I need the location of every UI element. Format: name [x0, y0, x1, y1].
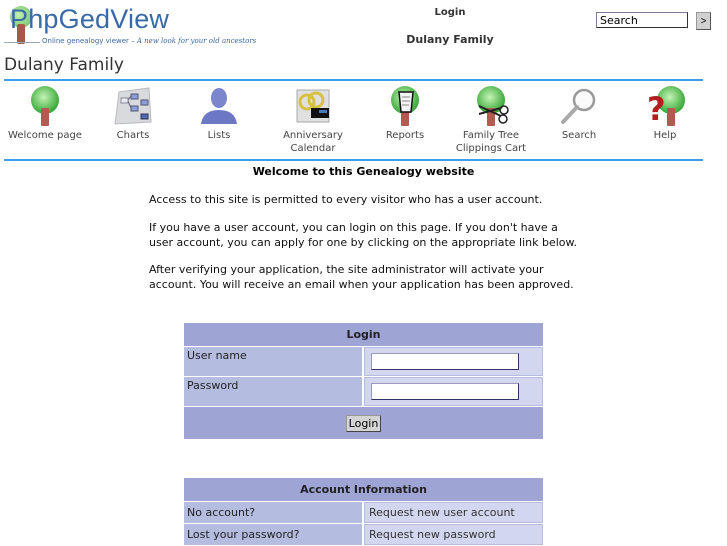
no-account-label: No account? — [184, 502, 364, 523]
username-label: User name — [184, 347, 364, 376]
welcome-paragraph: After verifying your application, the si… — [149, 263, 574, 291]
charts-icon — [113, 86, 153, 126]
username-cell — [364, 347, 543, 376]
site-title: Dulany Family — [4, 55, 124, 75]
logo-title: PhpGedView — [10, 4, 170, 34]
tree-icon — [25, 86, 65, 126]
login-form: Login User name Password Login — [184, 322, 543, 440]
menu-label: Family Tree Clippings Cart — [455, 130, 527, 154]
logo-tagline-italic: A new look for your old ancestors — [136, 37, 257, 45]
menu-item-clippings-cart[interactable]: Family Tree Clippings Cart — [446, 84, 536, 155]
logo-line — [4, 42, 40, 43]
menu-item-anniversary-calendar[interactable]: Anniversary Calendar — [268, 84, 358, 155]
menu-label: Help — [653, 130, 677, 141]
main-menu: Welcome page Charts Lists Anniversary Ca… — [0, 84, 727, 156]
menu-label: Welcome page — [8, 130, 82, 141]
menu-item-lists[interactable]: Lists — [174, 84, 264, 142]
request-new-password-link[interactable]: Request new password — [364, 524, 543, 545]
account-info: Account Information No account? Request … — [184, 477, 543, 546]
menu-item-help[interactable]: ? Help — [620, 84, 710, 142]
request-new-account-link[interactable]: Request new user account — [364, 502, 543, 523]
magnifier-icon — [559, 86, 599, 126]
welcome-paragraph: If you have a user account, you can logi… — [149, 221, 578, 249]
header-family-name: Dulany Family — [406, 33, 494, 46]
search-go-button[interactable]: > — [696, 12, 711, 30]
login-button[interactable]: Login — [345, 414, 382, 432]
login-form-footer: Login — [184, 407, 543, 439]
menu-item-charts[interactable]: Charts — [88, 84, 178, 142]
logo-tagline: Online genealogy viewer – A new look for… — [42, 37, 256, 45]
menu-label: Lists — [207, 130, 231, 141]
menu-item-search[interactable]: Search — [534, 84, 624, 142]
site-logo[interactable]: PhpGedView Online genealogy viewer – A n… — [4, 4, 256, 48]
password-cell — [364, 377, 543, 406]
menu-divider — [4, 159, 703, 161]
welcome-paragraph: Access to this site is permitted to ever… — [149, 193, 543, 206]
menu-item-reports[interactable]: Reports — [360, 84, 450, 142]
search-input[interactable] — [596, 12, 688, 28]
menu-label: Search — [561, 130, 597, 141]
password-field[interactable] — [371, 383, 519, 400]
person-icon — [199, 86, 239, 126]
menu-label: Reports — [385, 130, 425, 141]
top-divider — [4, 79, 703, 81]
login-form-title: Login — [184, 323, 543, 346]
calendar-icon — [293, 86, 333, 126]
reports-icon — [385, 86, 425, 126]
username-field[interactable] — [371, 353, 519, 370]
password-label: Password — [184, 377, 364, 406]
page-label: Login — [434, 7, 466, 18]
help-icon: ? — [645, 86, 685, 128]
scissors-icon — [471, 86, 511, 126]
menu-item-welcome-page[interactable]: Welcome page — [0, 84, 90, 142]
welcome-title: Welcome to this Genealogy website — [252, 165, 475, 178]
account-info-title: Account Information — [184, 478, 543, 501]
menu-label: Anniversary Calendar — [283, 130, 343, 154]
menu-label: Charts — [116, 130, 150, 141]
lost-password-label: Lost your password? — [184, 524, 364, 545]
logo-tagline-text: Online genealogy viewer – — [42, 37, 135, 45]
